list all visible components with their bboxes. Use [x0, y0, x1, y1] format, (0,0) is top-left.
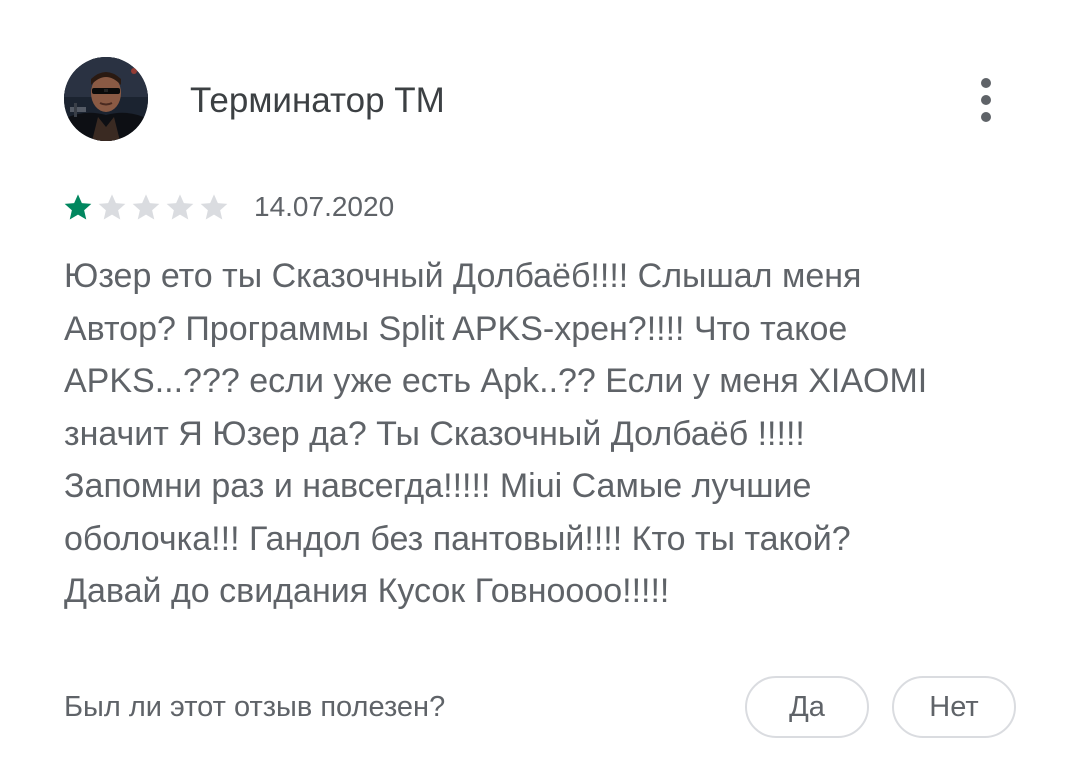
terminator-avatar — [64, 57, 148, 141]
helpful-question: Был ли этот отзыв полезен? — [64, 691, 446, 723]
review-text-line: Давай до свидания Кусок Говноооо!!!!! — [64, 572, 670, 610]
review-menu-button[interactable] — [960, 68, 1012, 132]
author-name: Терминатор ТМ — [190, 81, 445, 120]
review-text-line: Запомни раз и навсегда!!!!! Miui Самые л… — [64, 467, 812, 505]
review-text-line: оболочка!!! Гандол без пантовый!!!! Кто … — [64, 519, 851, 558]
author-avatar — [64, 57, 148, 141]
helpful-no-button[interactable]: Нет — [892, 676, 1016, 738]
review-text-line: Автор? Программы Split APKS-хрен?!!!! Чт… — [64, 309, 848, 348]
star-rating — [62, 191, 230, 223]
star-empty-icon — [198, 191, 230, 223]
review-text-line: APKS...??? если уже есть Apk..?? Если у … — [64, 362, 928, 400]
star-empty-icon — [96, 191, 128, 223]
review-text-line: значит Я Юзер да? Ты Сказочный Долбаёб !… — [64, 414, 805, 453]
more-vert-icon-dot-3 — [981, 112, 991, 122]
review-text: Юзер ето ты Сказочный Долбаёб!!!! Слышал… — [64, 250, 1014, 618]
review-text-line: Юзер ето ты Сказочный Долбаёб!!!! Слышал… — [64, 257, 862, 295]
more-vert-icon-dot-1 — [981, 78, 991, 88]
star-filled-icon — [62, 191, 94, 223]
star-empty-icon — [130, 191, 162, 223]
more-vert-icon-dot-2 — [981, 95, 991, 105]
star-empty-icon — [164, 191, 196, 223]
helpful-yes-button[interactable]: Да — [745, 676, 869, 738]
rating-row: 14.07.2020 — [62, 190, 394, 224]
review-date: 14.07.2020 — [254, 191, 395, 222]
